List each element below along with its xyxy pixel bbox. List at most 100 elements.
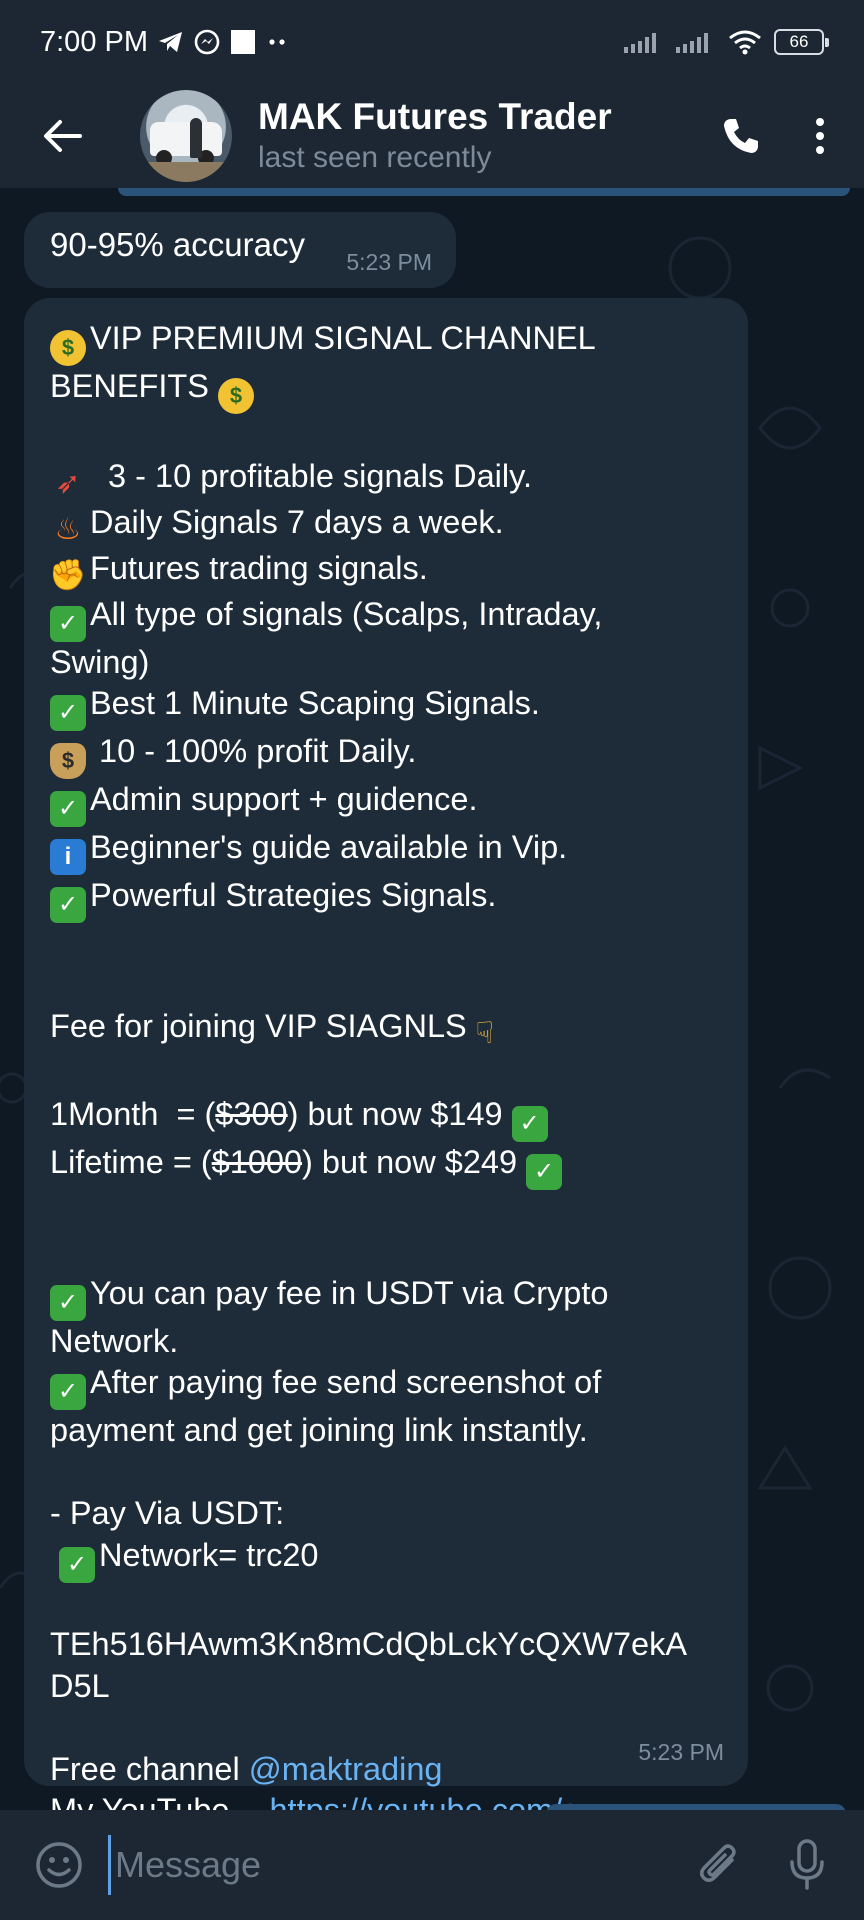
line-text: 1Month = ( <box>50 1095 216 1132</box>
line-text: VIP PREMIUM SIGNAL CHANNEL <box>90 320 596 356</box>
line-text: ) but now $249 <box>302 1143 527 1180</box>
status-bar: 7:00 PM 66 <box>0 0 864 84</box>
message-line: BENEFITS $ <box>50 366 740 414</box>
line-text: All type of signals (Scalps, Intraday, <box>90 595 603 632</box>
point-down-emoji-icon: ☟ <box>475 1017 494 1050</box>
message-bubble[interactable]: 90-95% accuracy 5:23 PM <box>24 212 456 288</box>
message-line <box>50 1190 740 1232</box>
message-line: payment and get joining link instantly. <box>50 1410 740 1452</box>
chat-subtitle: last seen recently <box>258 141 492 174</box>
avatar-person <box>190 118 202 158</box>
back-button[interactable] <box>22 96 102 176</box>
chat-header: MAK Futures Trader last seen recently <box>0 84 864 188</box>
message-line: ✓ Best 1 Minute Scaping Signals. <box>50 683 740 731</box>
message-line <box>50 1583 740 1625</box>
line-text: Admin support + guidence. <box>90 781 478 817</box>
message-line <box>50 1452 740 1494</box>
message-line: 1Month = ($300) but now $149 ✓ <box>50 1094 740 1142</box>
line-text: Lifetime = ( <box>50 1143 212 1180</box>
message-line <box>50 965 740 1007</box>
message-line <box>50 923 740 965</box>
line-text: ) but now $149 <box>287 1095 512 1132</box>
phone-icon <box>724 119 758 153</box>
line-text: Fee for joining VIP SIAGNLS <box>50 1008 467 1044</box>
chat-title-block[interactable]: MAK Futures Trader last seen recently <box>258 95 612 177</box>
more-dots-icon <box>266 37 290 47</box>
message-time: 5:23 PM <box>638 1739 724 1765</box>
message-line <box>50 414 740 456</box>
youtube-link[interactable]: https://youtube.com/c <box>269 1792 578 1810</box>
message-line: ✓ You can pay fee in USDT via Crypto <box>50 1273 740 1321</box>
line-text: After paying fee send screenshot of <box>90 1364 602 1400</box>
message-line: ✓ Network= trc20 <box>50 1535 740 1583</box>
avatar-ground <box>140 162 232 182</box>
call-button[interactable] <box>706 101 776 171</box>
line-text: Powerful Strategies Signals. <box>90 877 497 913</box>
flexed-arm-emoji-icon: ✊ <box>49 558 87 592</box>
signal-icon <box>676 31 716 53</box>
message-line: Network. <box>50 1321 740 1363</box>
message-line: ✓ All type of signals (Scalps, Intraday, <box>50 594 740 642</box>
check-emoji-icon: ✓ <box>50 695 86 731</box>
line-text: - Pay Via USDT: <box>50 1495 285 1531</box>
previous-message-tail <box>118 188 850 196</box>
message-line: ✓ After paying fee send screenshot of <box>50 1362 740 1410</box>
message-line: - Pay Via USDT: <box>50 1493 740 1535</box>
line-text: 3 - 10 profitable signals Daily. <box>90 457 532 494</box>
attach-button[interactable] <box>684 1830 754 1900</box>
money-face-emoji-icon: $ <box>50 330 86 366</box>
line-text: My YouTube <box>50 1792 230 1810</box>
money-face-emoji-icon: $ <box>217 378 254 414</box>
message-line <box>50 1707 740 1749</box>
rocket-emoji-icon: ➶ <box>55 466 81 500</box>
money-bag-emoji-icon: $ <box>50 743 86 779</box>
smiley-icon <box>36 1842 82 1888</box>
message-line: Swing) <box>50 642 740 684</box>
status-time: 7:00 PM <box>40 25 148 58</box>
status-right: 66 <box>624 29 829 55</box>
message-body: $ VIP PREMIUM SIGNAL CHANNEL BENEFITS $ ➶ 3… <box>49 318 740 1811</box>
message-line: $ 10 - 100% profit Daily. <box>50 731 740 779</box>
message-line: ✊ Futures trading signals. <box>49 548 740 594</box>
line-text: Futures trading signals. <box>90 549 428 586</box>
status-left: 7:00 PM <box>40 26 290 59</box>
message-line: $ VIP PREMIUM SIGNAL CHANNEL <box>50 318 740 366</box>
message-line: TEh516HAwm3Kn8mCdQbLckYcQXW7ekA <box>50 1624 740 1666</box>
message-line: ♨ Daily Signals 7 days a week. <box>50 502 740 548</box>
more-vertical-icon <box>816 118 824 154</box>
message-input[interactable] <box>108 1835 684 1895</box>
check-emoji-icon: ✓ <box>50 1374 86 1410</box>
avatar[interactable] <box>140 90 232 182</box>
check-emoji-icon: ✓ <box>59 1546 96 1583</box>
chat-title: MAK Futures Trader <box>258 96 612 137</box>
line-text: 10 - 100% profit Daily. <box>90 733 417 769</box>
line-text: Beginner's guide available in Vip. <box>90 829 568 865</box>
info-emoji-icon: i <box>50 839 86 875</box>
message-bubble[interactable]: $ VIP PREMIUM SIGNAL CHANNEL BENEFITS $ ➶ 3… <box>24 298 748 1810</box>
line-text: D5L <box>50 1667 110 1704</box>
check-emoji-icon: ✓ <box>50 1284 86 1321</box>
line-text: BENEFITS <box>50 368 218 404</box>
emoji-button[interactable] <box>30 1836 88 1894</box>
chat-area[interactable]: 90-95% accuracy 5:23 PM $ VIP PREMIUM SIG… <box>0 188 864 1810</box>
line-text: payment and get joining link instantly. <box>50 1412 588 1448</box>
line-text: You can pay fee in USDT via Crypto <box>90 1274 609 1311</box>
messenger-icon <box>194 29 220 55</box>
line-text: Best 1 Minute Scaping Signals. <box>90 685 540 721</box>
message-line: ✓ Powerful Strategies Signals. <box>50 875 740 923</box>
paperclip-icon <box>700 1844 736 1882</box>
square-icon <box>230 29 256 55</box>
message-line: Fee for joining VIP SIAGNLS ☟ <box>50 1006 740 1052</box>
message-line <box>50 1231 740 1273</box>
point-right-emoji-icon: ☞ <box>229 1800 265 1811</box>
message-input-bar <box>0 1810 864 1920</box>
line-text: Daily Signals 7 days a week. <box>90 503 504 540</box>
channel-link[interactable]: @maktrading <box>249 1751 443 1787</box>
message-line: Lifetime = ($1000) but now $249 ✓ <box>50 1142 740 1190</box>
arrow-left-icon <box>44 120 82 152</box>
mic-button[interactable] <box>772 1830 842 1900</box>
more-menu-button[interactable] <box>790 101 850 171</box>
message-time: 5:23 PM <box>346 249 432 275</box>
old-price: $300 <box>215 1095 288 1132</box>
